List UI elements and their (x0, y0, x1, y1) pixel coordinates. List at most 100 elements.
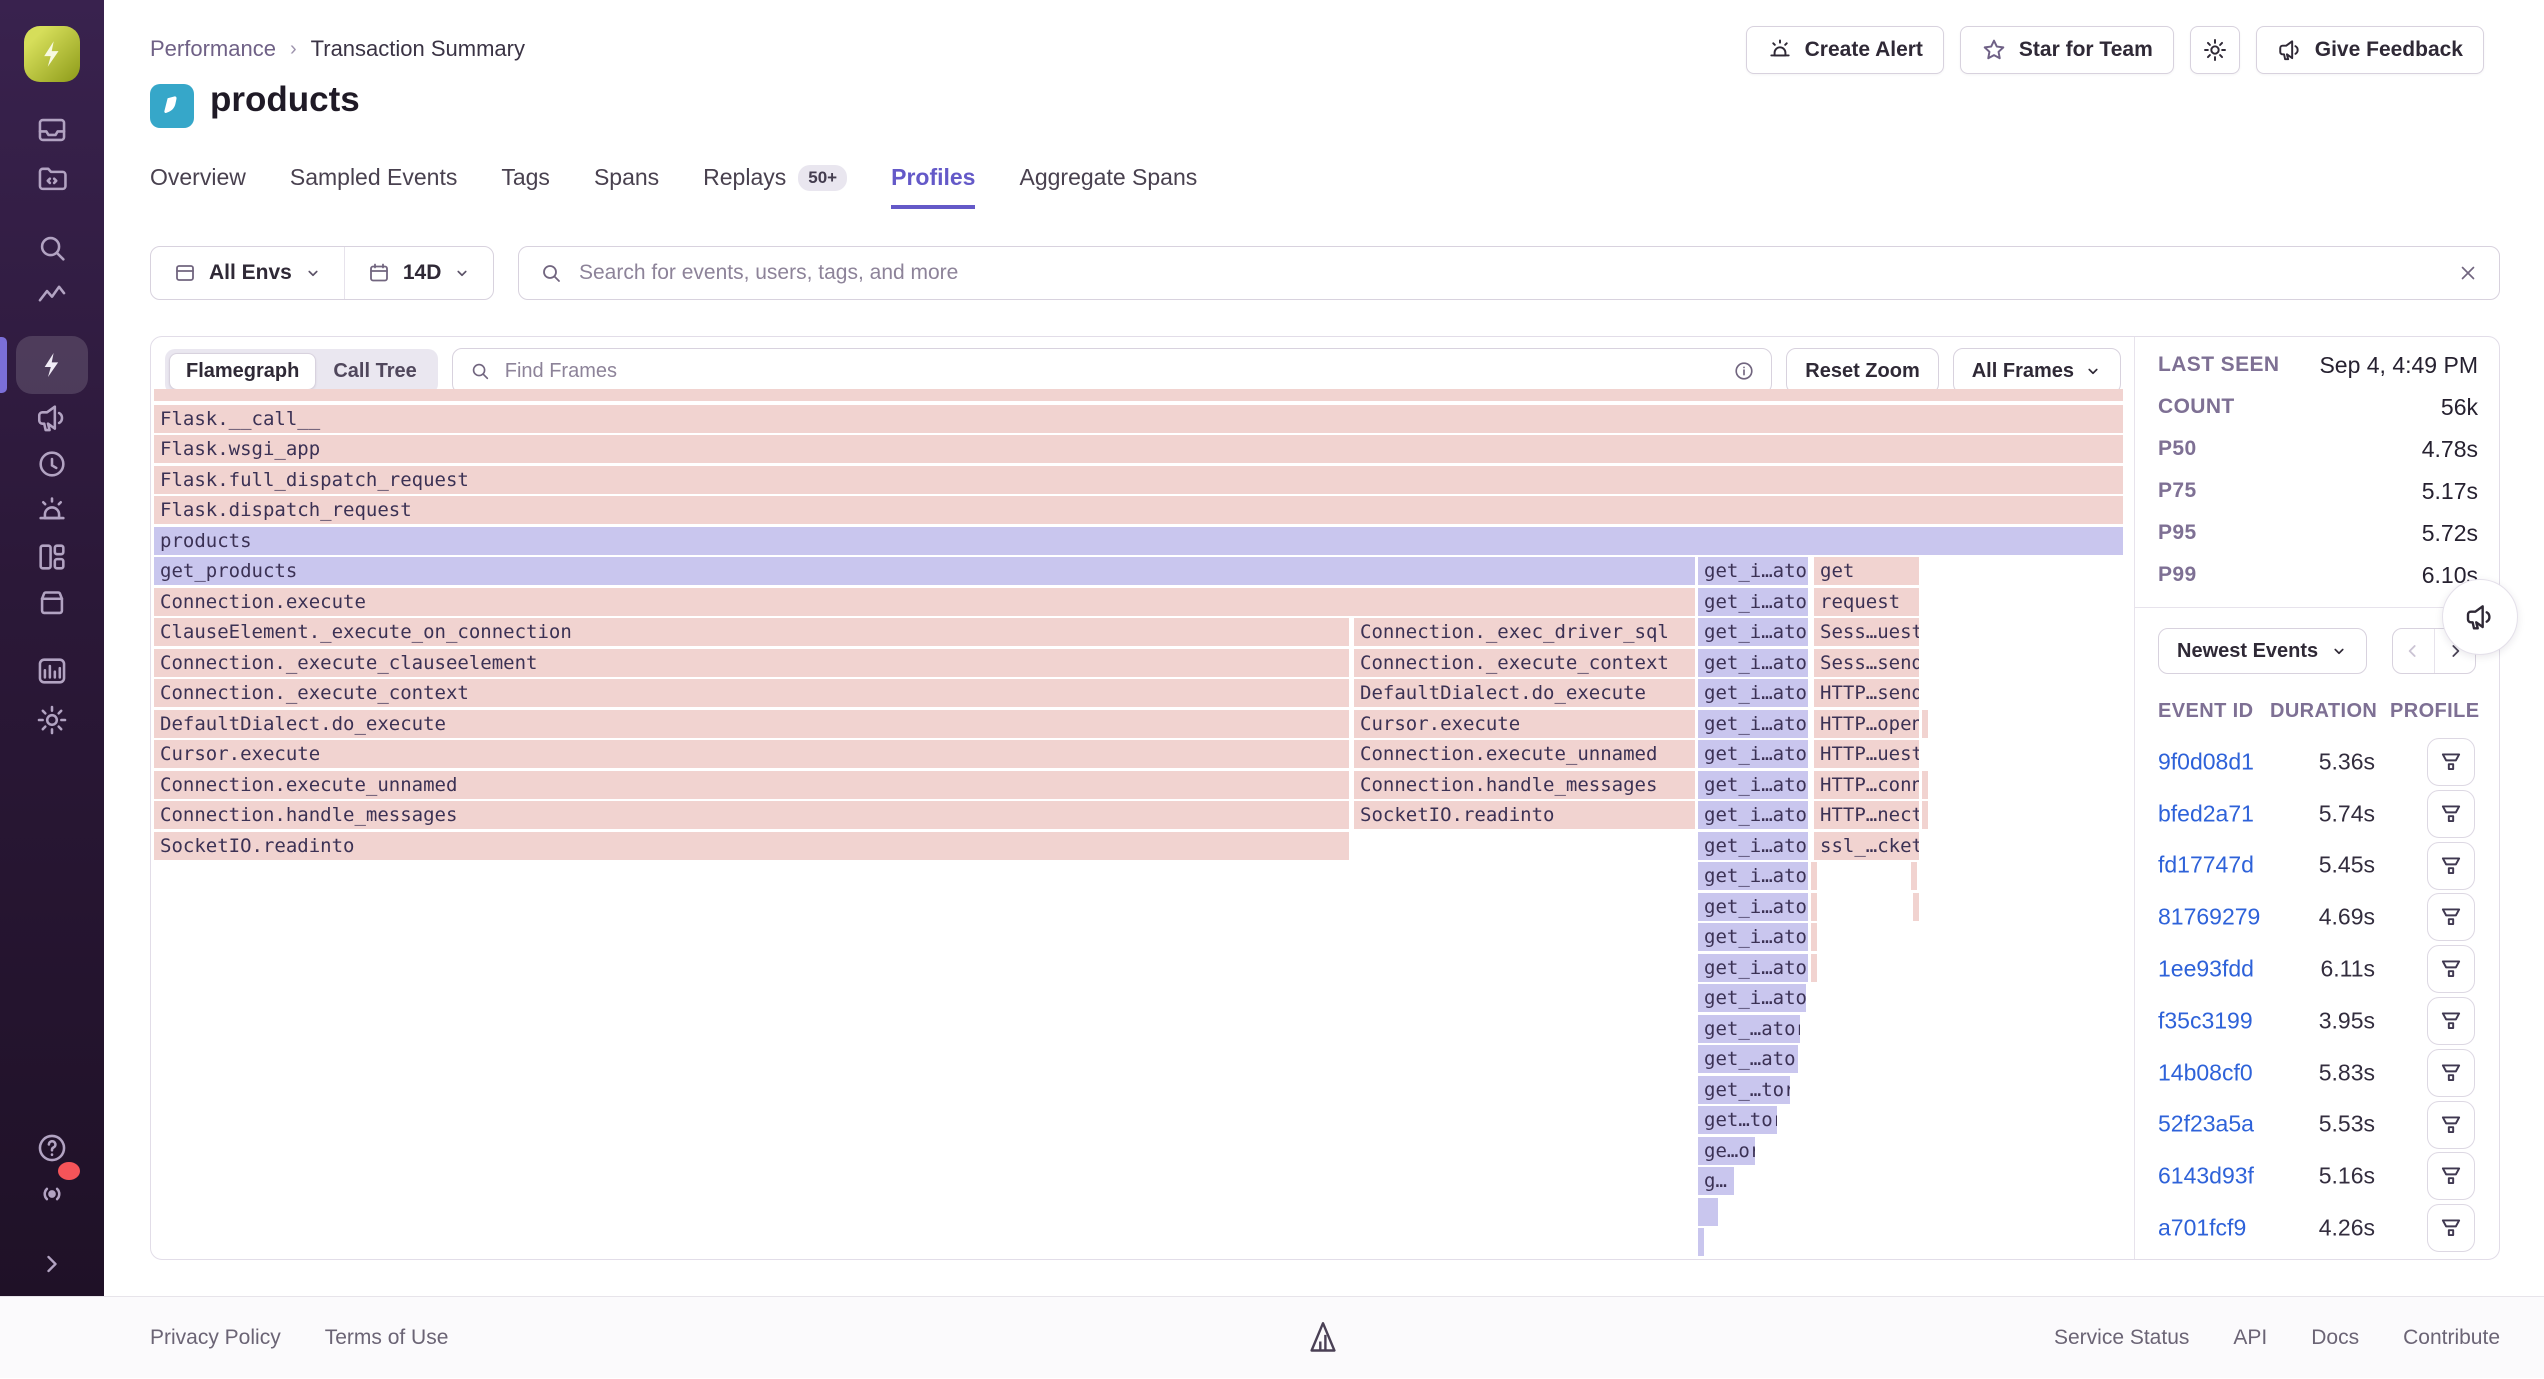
flame-frame[interactable] (1698, 1198, 1718, 1226)
profile-button[interactable] (2427, 1049, 2475, 1097)
sidebar-item-alerts[interactable] (26, 485, 78, 537)
tab-aggregate-spans[interactable]: Aggregate Spans (1019, 164, 1197, 209)
sidebar-item-performance[interactable] (26, 270, 78, 322)
flame-frame[interactable]: get_i…ator (1698, 984, 1806, 1012)
flame-frame[interactable]: ge…or (1698, 1137, 1755, 1165)
profile-button[interactable] (2427, 790, 2475, 838)
tab-replays[interactable]: Replays50+ (703, 164, 847, 209)
give-feedback-button[interactable]: Give Feedback (2256, 26, 2484, 74)
flame-frame[interactable]: Connection._execute_clauseelement (154, 649, 1349, 677)
flame-frame[interactable]: get_i…ator (1698, 618, 1808, 646)
footer-link[interactable]: Contribute (2403, 1326, 2500, 1350)
flame-frame[interactable]: Connection.execute_unnamed (154, 771, 1349, 799)
environment-filter[interactable]: All Envs (151, 247, 344, 299)
flame-frame[interactable] (154, 389, 2123, 401)
create-alert-button[interactable]: Create Alert (1746, 26, 1944, 74)
profile-button[interactable] (2427, 842, 2475, 890)
flame-frame[interactable]: get_i…ator (1698, 893, 1808, 921)
flame-frame[interactable]: Sess…send (1814, 649, 1919, 677)
info-icon[interactable] (1733, 360, 1755, 382)
sidebar-collapse-icon[interactable] (26, 1238, 78, 1290)
event-id-link[interactable]: 6143d93f (2158, 1163, 2254, 1190)
event-id-link[interactable]: 52f23a5a (2158, 1111, 2254, 1138)
reset-zoom-button[interactable]: Reset Zoom (1786, 348, 1938, 394)
flame-frame[interactable]: Connection._execute_context (1354, 649, 1695, 677)
flame-frame[interactable]: get_i…ator (1698, 740, 1808, 768)
flame-frame[interactable] (1811, 893, 1817, 921)
flame-frame[interactable]: get_i…ator (1698, 832, 1808, 860)
flame-frame[interactable]: Flask.dispatch_request (154, 496, 2123, 524)
find-frames-input[interactable] (503, 359, 1722, 384)
tab-profiles[interactable]: Profiles (891, 164, 975, 209)
footer-link[interactable]: Docs (2311, 1326, 2359, 1350)
event-id-link[interactable]: bfed2a71 (2158, 800, 2254, 827)
sidebar-item-settings[interactable] (26, 694, 78, 746)
settings-button[interactable] (2190, 26, 2240, 74)
flame-frame[interactable]: get…tor (1698, 1106, 1777, 1134)
flame-frame[interactable] (1911, 862, 1917, 890)
flame-frame[interactable]: get_i…ator (1698, 649, 1808, 677)
feedback-float-button[interactable] (2442, 579, 2518, 655)
flame-frame[interactable] (1698, 1228, 1704, 1256)
flame-frame[interactable]: Connection._execute_context (154, 679, 1349, 707)
profile-button[interactable] (2427, 997, 2475, 1045)
event-id-link[interactable]: 9f0d08d1 (2158, 748, 2254, 775)
profile-button[interactable] (2427, 1101, 2475, 1149)
all-frames-dropdown[interactable]: All Frames (1953, 348, 2121, 394)
tab-overview[interactable]: Overview (150, 164, 246, 209)
flame-frame[interactable] (1913, 893, 1919, 921)
flamegraph[interactable]: Flask.__call__Flask.wsgi_appFlask.full_d… (154, 389, 2126, 1259)
event-id-link[interactable]: 14b08cf0 (2158, 1059, 2253, 1086)
flame-frame[interactable]: Cursor.execute (154, 740, 1349, 768)
flame-frame[interactable]: Connection.handle_messages (154, 801, 1349, 829)
flamegraph-toggle-button[interactable]: Flamegraph (169, 353, 316, 390)
flame-frame[interactable]: g… (1698, 1167, 1734, 1195)
event-id-link[interactable]: 1ee93fdd (2158, 956, 2254, 983)
footer-link[interactable]: Service Status (2054, 1326, 2189, 1350)
flame-frame[interactable]: HTTP…conn (1814, 771, 1919, 799)
flame-frame[interactable]: Flask.__call__ (154, 405, 2123, 433)
profile-button[interactable] (2427, 1152, 2475, 1200)
flame-frame[interactable]: DefaultDialect.do_execute (1354, 679, 1695, 707)
call-tree-toggle-button[interactable]: Call Tree (316, 353, 433, 390)
flame-frame[interactable]: get_i…ator (1698, 588, 1808, 616)
sidebar-item-projects[interactable] (26, 152, 78, 204)
flame-frame[interactable]: get_i…ator (1698, 679, 1808, 707)
profile-button[interactable] (2427, 893, 2475, 941)
flame-frame[interactable]: HTTP…nect (1814, 801, 1919, 829)
flame-frame[interactable]: get_i…ator (1698, 771, 1808, 799)
flame-frame[interactable] (1811, 923, 1817, 951)
flame-frame[interactable]: get_…tor (1698, 1076, 1790, 1104)
flame-frame[interactable]: get_i…ator (1698, 557, 1808, 585)
flame-frame[interactable]: get_products (154, 557, 1695, 585)
event-id-link[interactable]: 81769279 (2158, 904, 2260, 931)
flame-frame[interactable]: get (1814, 557, 1919, 585)
sidebar-item-dashboards[interactable] (26, 531, 78, 583)
flame-frame[interactable]: get_i…ator (1698, 954, 1808, 982)
flame-frame[interactable]: Flask.wsgi_app (154, 435, 2123, 463)
event-id-link[interactable]: f35c3199 (2158, 1007, 2253, 1034)
breadcrumb-performance[interactable]: Performance (150, 36, 276, 62)
flame-frame[interactable]: HTTP…send (1814, 679, 1919, 707)
flame-frame[interactable]: HTTP…uest (1814, 740, 1919, 768)
sidebar-item-releases[interactable] (26, 577, 78, 629)
previous-page-button[interactable] (2393, 629, 2435, 673)
tab-tags[interactable]: Tags (501, 164, 550, 209)
sidebar-item-profiling-active[interactable] (16, 336, 88, 394)
flame-frame[interactable]: get_i…ator (1698, 710, 1808, 738)
flame-frame[interactable]: SocketIO.readinto (1354, 801, 1695, 829)
flame-frame[interactable]: Connection.execute_unnamed (1354, 740, 1695, 768)
close-icon[interactable] (2457, 262, 2479, 284)
event-sort-dropdown[interactable]: Newest Events (2158, 628, 2367, 674)
sidebar-item-issues[interactable] (26, 104, 78, 156)
footer-link[interactable]: API (2233, 1326, 2267, 1350)
flame-frame[interactable]: Connection.handle_messages (1354, 771, 1695, 799)
flame-frame[interactable]: get_i…ator (1698, 862, 1808, 890)
flame-frame[interactable]: get_i…ator (1698, 801, 1808, 829)
sidebar-item-replays[interactable] (26, 438, 78, 490)
sidebar-item-feedback[interactable] (26, 392, 78, 444)
flame-frame[interactable] (1811, 862, 1817, 890)
footer-link[interactable]: Privacy Policy (150, 1326, 281, 1350)
flame-frame[interactable]: get_…ator (1698, 1015, 1800, 1043)
flame-frame[interactable]: products (154, 527, 2123, 555)
